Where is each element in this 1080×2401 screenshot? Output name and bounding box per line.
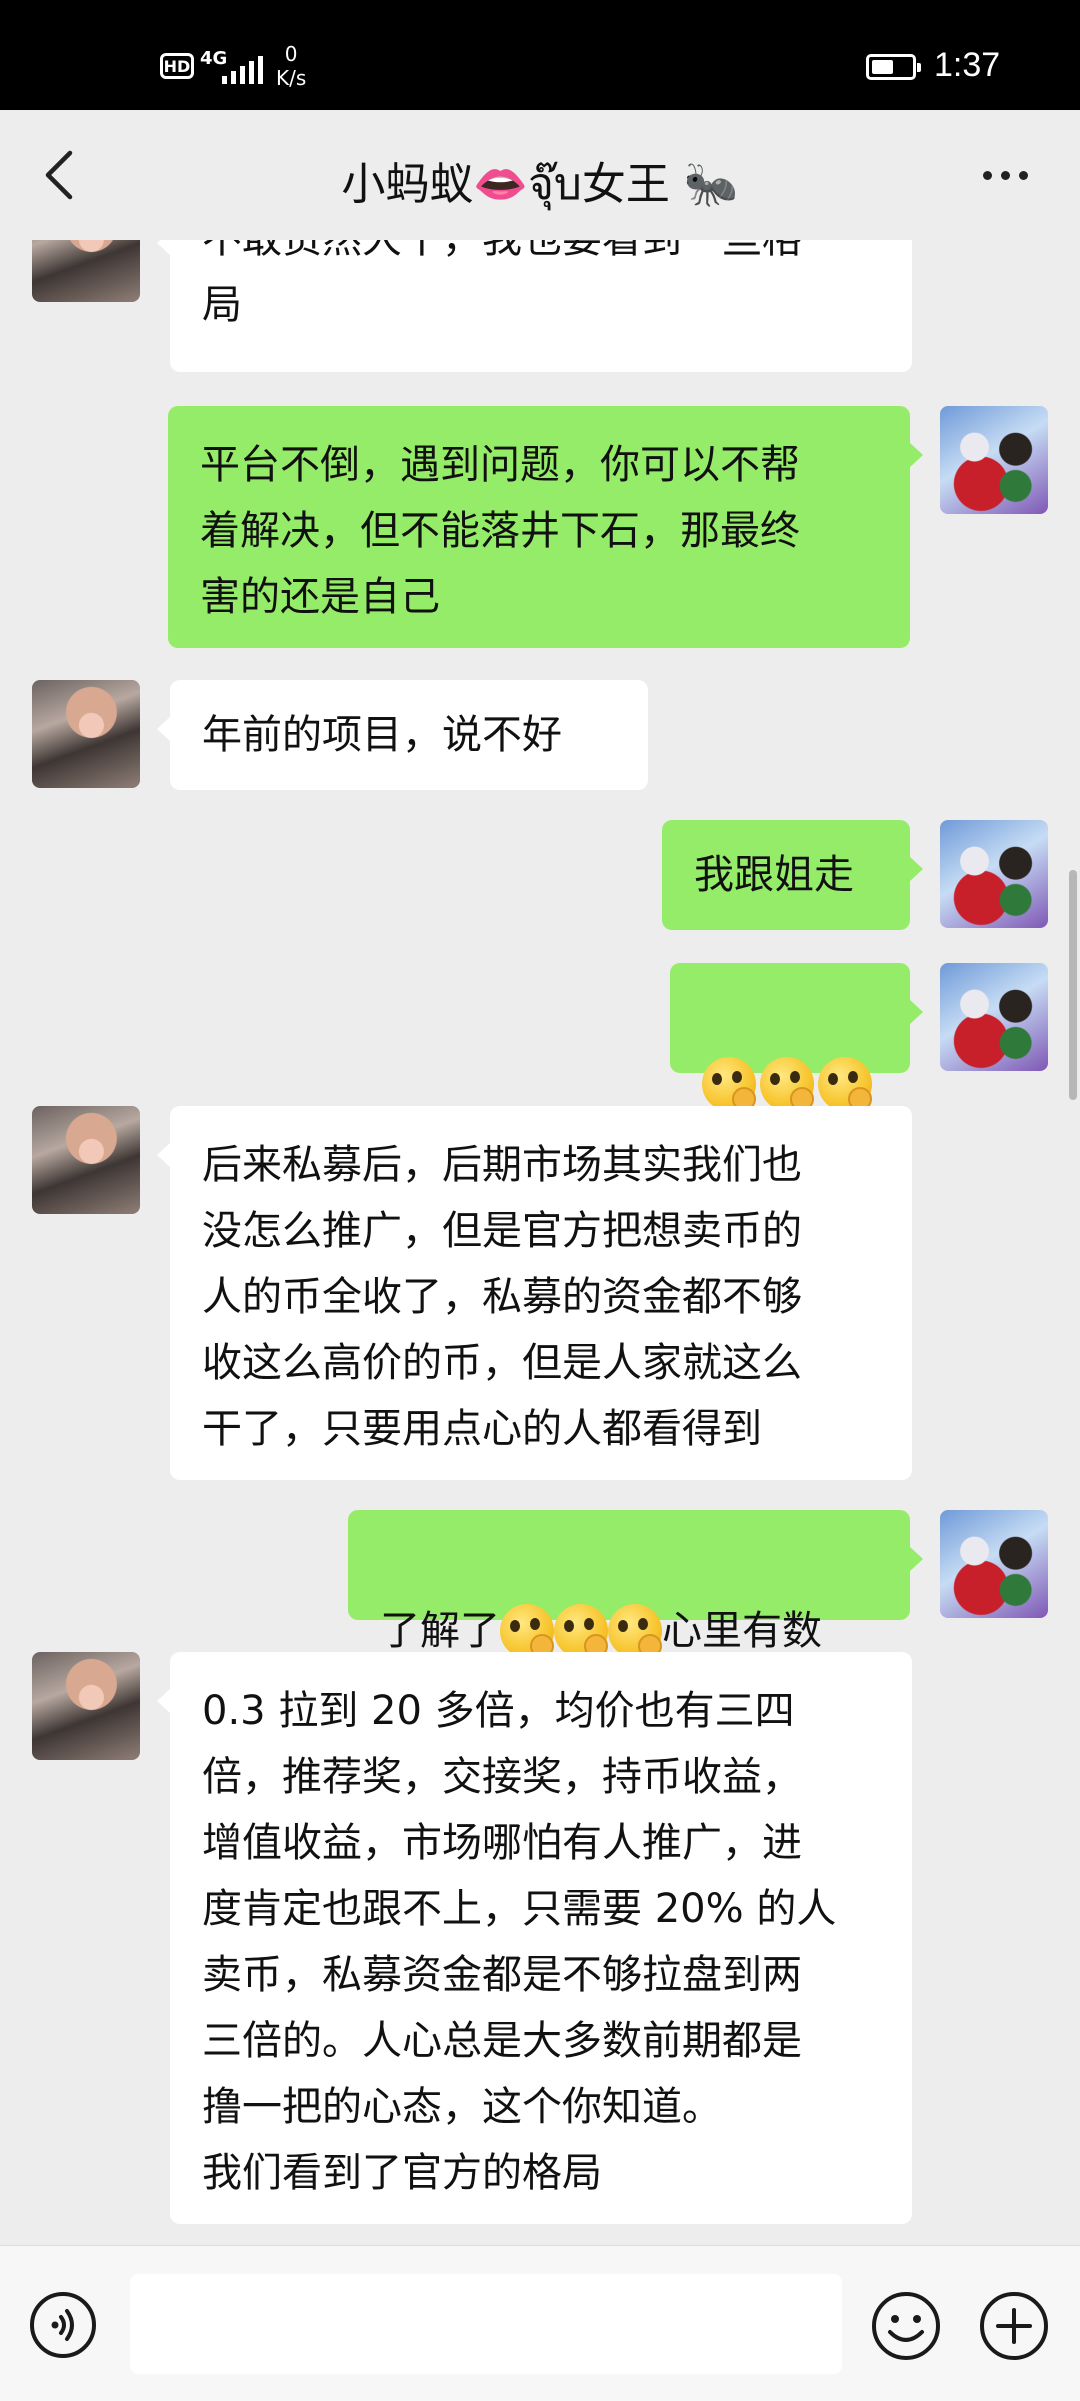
salute-emoji-icon <box>702 1057 756 1111</box>
hd-badge: HD <box>160 53 194 79</box>
message-bubble-sent[interactable]: 平台不倒，遇到问题，你可以不帮 着解决，但不能落井下石，那最终 害的还是自己 <box>168 406 923 648</box>
more-dot <box>1018 170 1028 180</box>
message-bubble-sent[interactable]: 了解了 心里有数 <box>348 1510 923 1658</box>
message-content: 了解了 心里有数 <box>380 1603 878 1659</box>
back-button[interactable] <box>24 140 94 210</box>
contact-avatar[interactable] <box>32 1652 140 1760</box>
more-dot <box>1000 170 1010 180</box>
salute-emoji-icon <box>818 1057 872 1111</box>
my-avatar[interactable] <box>940 406 1048 514</box>
smiley-icon <box>872 2292 940 2360</box>
message-input[interactable] <box>130 2274 842 2374</box>
emoji-button[interactable] <box>870 2290 942 2362</box>
emoji-row <box>702 1056 878 1112</box>
my-avatar[interactable] <box>940 1510 1048 1618</box>
contact-avatar[interactable] <box>32 680 140 788</box>
message-bubble-sent[interactable]: 我跟姐走 <box>662 820 923 930</box>
scrollbar[interactable] <box>1069 870 1077 1100</box>
salute-emoji-icon <box>500 1604 554 1658</box>
salute-emoji-icon <box>554 1604 608 1658</box>
status-bar: HD 4G 0 K/s 1:37 <box>0 0 1080 110</box>
voice-button[interactable] <box>28 2290 98 2360</box>
more-button[interactable] <box>970 150 1040 200</box>
message-bubble-sent[interactable] <box>670 963 923 1111</box>
more-functions-button[interactable] <box>978 2290 1050 2362</box>
network-speed: 0 K/s <box>276 42 306 90</box>
my-avatar[interactable] <box>940 963 1048 1071</box>
contact-avatar[interactable] <box>32 240 140 302</box>
speed-value: 0 <box>284 42 298 66</box>
message-list[interactable]: 不敢贸然大干，我也要看到一些格 局 平台不倒，遇到问题，你可以不帮 着解决，但不… <box>0 240 1080 2245</box>
message-bubble-received[interactable]: 不敢贸然大干，我也要看到一些格 局 <box>157 240 912 372</box>
battery-icon <box>866 54 921 80</box>
speed-unit: K/s <box>276 66 307 90</box>
more-dots-icon <box>982 170 992 180</box>
voice-icon <box>30 2292 96 2358</box>
plus-icon <box>980 2292 1048 2360</box>
chat-title: 小蚂蚁👄จุ๊บ女王 🐜 <box>341 159 739 210</box>
message-bubble-received[interactable]: 年前的项目，说不好 <box>157 680 648 790</box>
salute-emoji-icon <box>608 1604 662 1658</box>
message-bubble-received[interactable]: 后来私募后，后期市场其实我们也 没怎么推广，但是官方把想卖币的 人的币全收了，私… <box>157 1106 912 1480</box>
chevron-left-icon <box>45 150 73 200</box>
signal-icon <box>222 54 263 84</box>
salute-emoji-icon <box>760 1057 814 1111</box>
contact-avatar[interactable] <box>32 1106 140 1214</box>
clock: 1:37 <box>934 46 1001 84</box>
battery-fill <box>872 60 893 74</box>
message-bubble-received[interactable]: 0.3 拉到 20 多倍，均价也有三四 倍，推荐奖，交接奖，持币收益， 增值收益… <box>157 1652 912 2224</box>
chat-header: 小蚂蚁👄จุ๊บ女王 🐜 <box>0 110 1080 240</box>
my-avatar[interactable] <box>940 820 1048 928</box>
input-bar <box>0 2245 1080 2401</box>
